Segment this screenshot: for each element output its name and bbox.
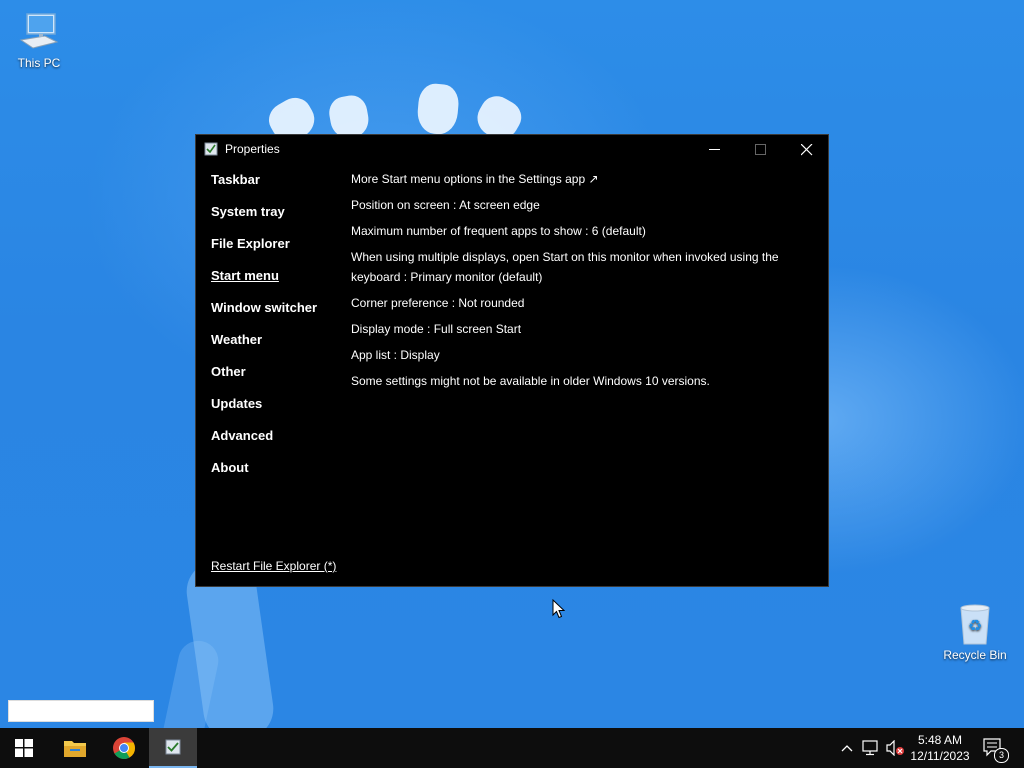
settings-app-link[interactable]: More Start menu options in the Settings …: [351, 169, 791, 189]
window-title: Properties: [225, 142, 280, 156]
taskbar-file-explorer-button[interactable]: [50, 728, 98, 768]
start-button[interactable]: [0, 728, 48, 768]
chrome-icon: [113, 737, 135, 759]
network-icon: [862, 740, 878, 756]
max-frequent-apps-option[interactable]: Maximum number of frequent apps to show …: [351, 221, 791, 241]
folder-icon: [64, 741, 86, 757]
sidebar-item-updates[interactable]: Updates: [211, 395, 341, 427]
sidebar-item-system-tray[interactable]: System tray: [211, 203, 341, 235]
taskbar: 5:48 AM 12/11/2023 3: [0, 728, 1024, 768]
multi-display-option[interactable]: When using multiple displays, open Start…: [351, 247, 791, 287]
sidebar-item-window-switcher[interactable]: Window switcher: [211, 299, 341, 331]
svg-text:♻: ♻: [968, 616, 982, 635]
volume-muted-icon: [886, 740, 904, 756]
search-input[interactable]: [8, 700, 154, 722]
recycle-bin-label: Recycle Bin: [943, 648, 1007, 662]
sidebar-nav: Taskbar System tray File Explorer Start …: [211, 171, 341, 491]
sidebar-item-advanced[interactable]: Advanced: [211, 427, 341, 459]
properties-window: Properties Taskbar System tray File Expl…: [195, 134, 829, 587]
minimize-icon: [709, 149, 720, 150]
taskbar-properties-button[interactable]: [149, 728, 197, 768]
windows-logo-icon: [15, 739, 33, 757]
mouse-cursor-icon: [552, 598, 566, 624]
clock-date: 12/11/2023: [910, 749, 970, 763]
network-tray-button[interactable]: [860, 728, 882, 768]
maximize-button[interactable]: [738, 135, 784, 163]
sidebar-item-taskbar[interactable]: Taskbar: [211, 171, 341, 203]
taskbar-chrome-button[interactable]: [100, 728, 148, 768]
app-list-option[interactable]: App list : Display: [351, 345, 791, 365]
restart-file-explorer-link[interactable]: Restart File Explorer (*): [211, 559, 336, 573]
window-titlebar[interactable]: Properties: [196, 135, 828, 163]
close-button[interactable]: [784, 135, 830, 163]
computer-icon: [17, 10, 61, 54]
recycle-bin-icon: ♻: [953, 602, 997, 646]
clock-time: 5:48 AM: [917, 733, 963, 747]
action-center-button[interactable]: 3: [980, 728, 1010, 768]
recycle-bin-desktop-icon[interactable]: ♻ Recycle Bin: [940, 602, 1010, 662]
this-pc-label: This PC: [17, 56, 61, 70]
chevron-up-icon: [841, 745, 853, 752]
sidebar-item-other[interactable]: Other: [211, 363, 341, 395]
maximize-icon: [755, 144, 766, 155]
close-icon: [801, 144, 813, 156]
sidebar-item-weather[interactable]: Weather: [211, 331, 341, 363]
compatibility-note: Some settings might not be available in …: [351, 374, 710, 388]
display-mode-option[interactable]: Display mode : Full screen Start: [351, 319, 791, 339]
sidebar-item-file-explorer[interactable]: File Explorer: [211, 235, 341, 267]
settings-content: More Start menu options in the Settings …: [351, 169, 791, 397]
minimize-button[interactable]: [692, 135, 738, 163]
show-hidden-icons-button[interactable]: [838, 728, 856, 768]
app-checklist-icon: [204, 142, 218, 156]
taskbar-clock[interactable]: 5:48 AM 12/11/2023: [906, 732, 974, 764]
volume-tray-button[interactable]: [884, 728, 906, 768]
position-on-screen-option[interactable]: Position on screen : At screen edge: [351, 195, 791, 215]
this-pc-desktop-icon[interactable]: This PC: [4, 10, 74, 70]
sidebar-item-about[interactable]: About: [211, 459, 341, 491]
sidebar-item-start-menu[interactable]: Start menu: [211, 267, 341, 299]
corner-preference-option[interactable]: Corner preference : Not rounded: [351, 293, 791, 313]
notification-count-badge: 3: [994, 748, 1009, 763]
app-checklist-icon: [165, 739, 181, 755]
